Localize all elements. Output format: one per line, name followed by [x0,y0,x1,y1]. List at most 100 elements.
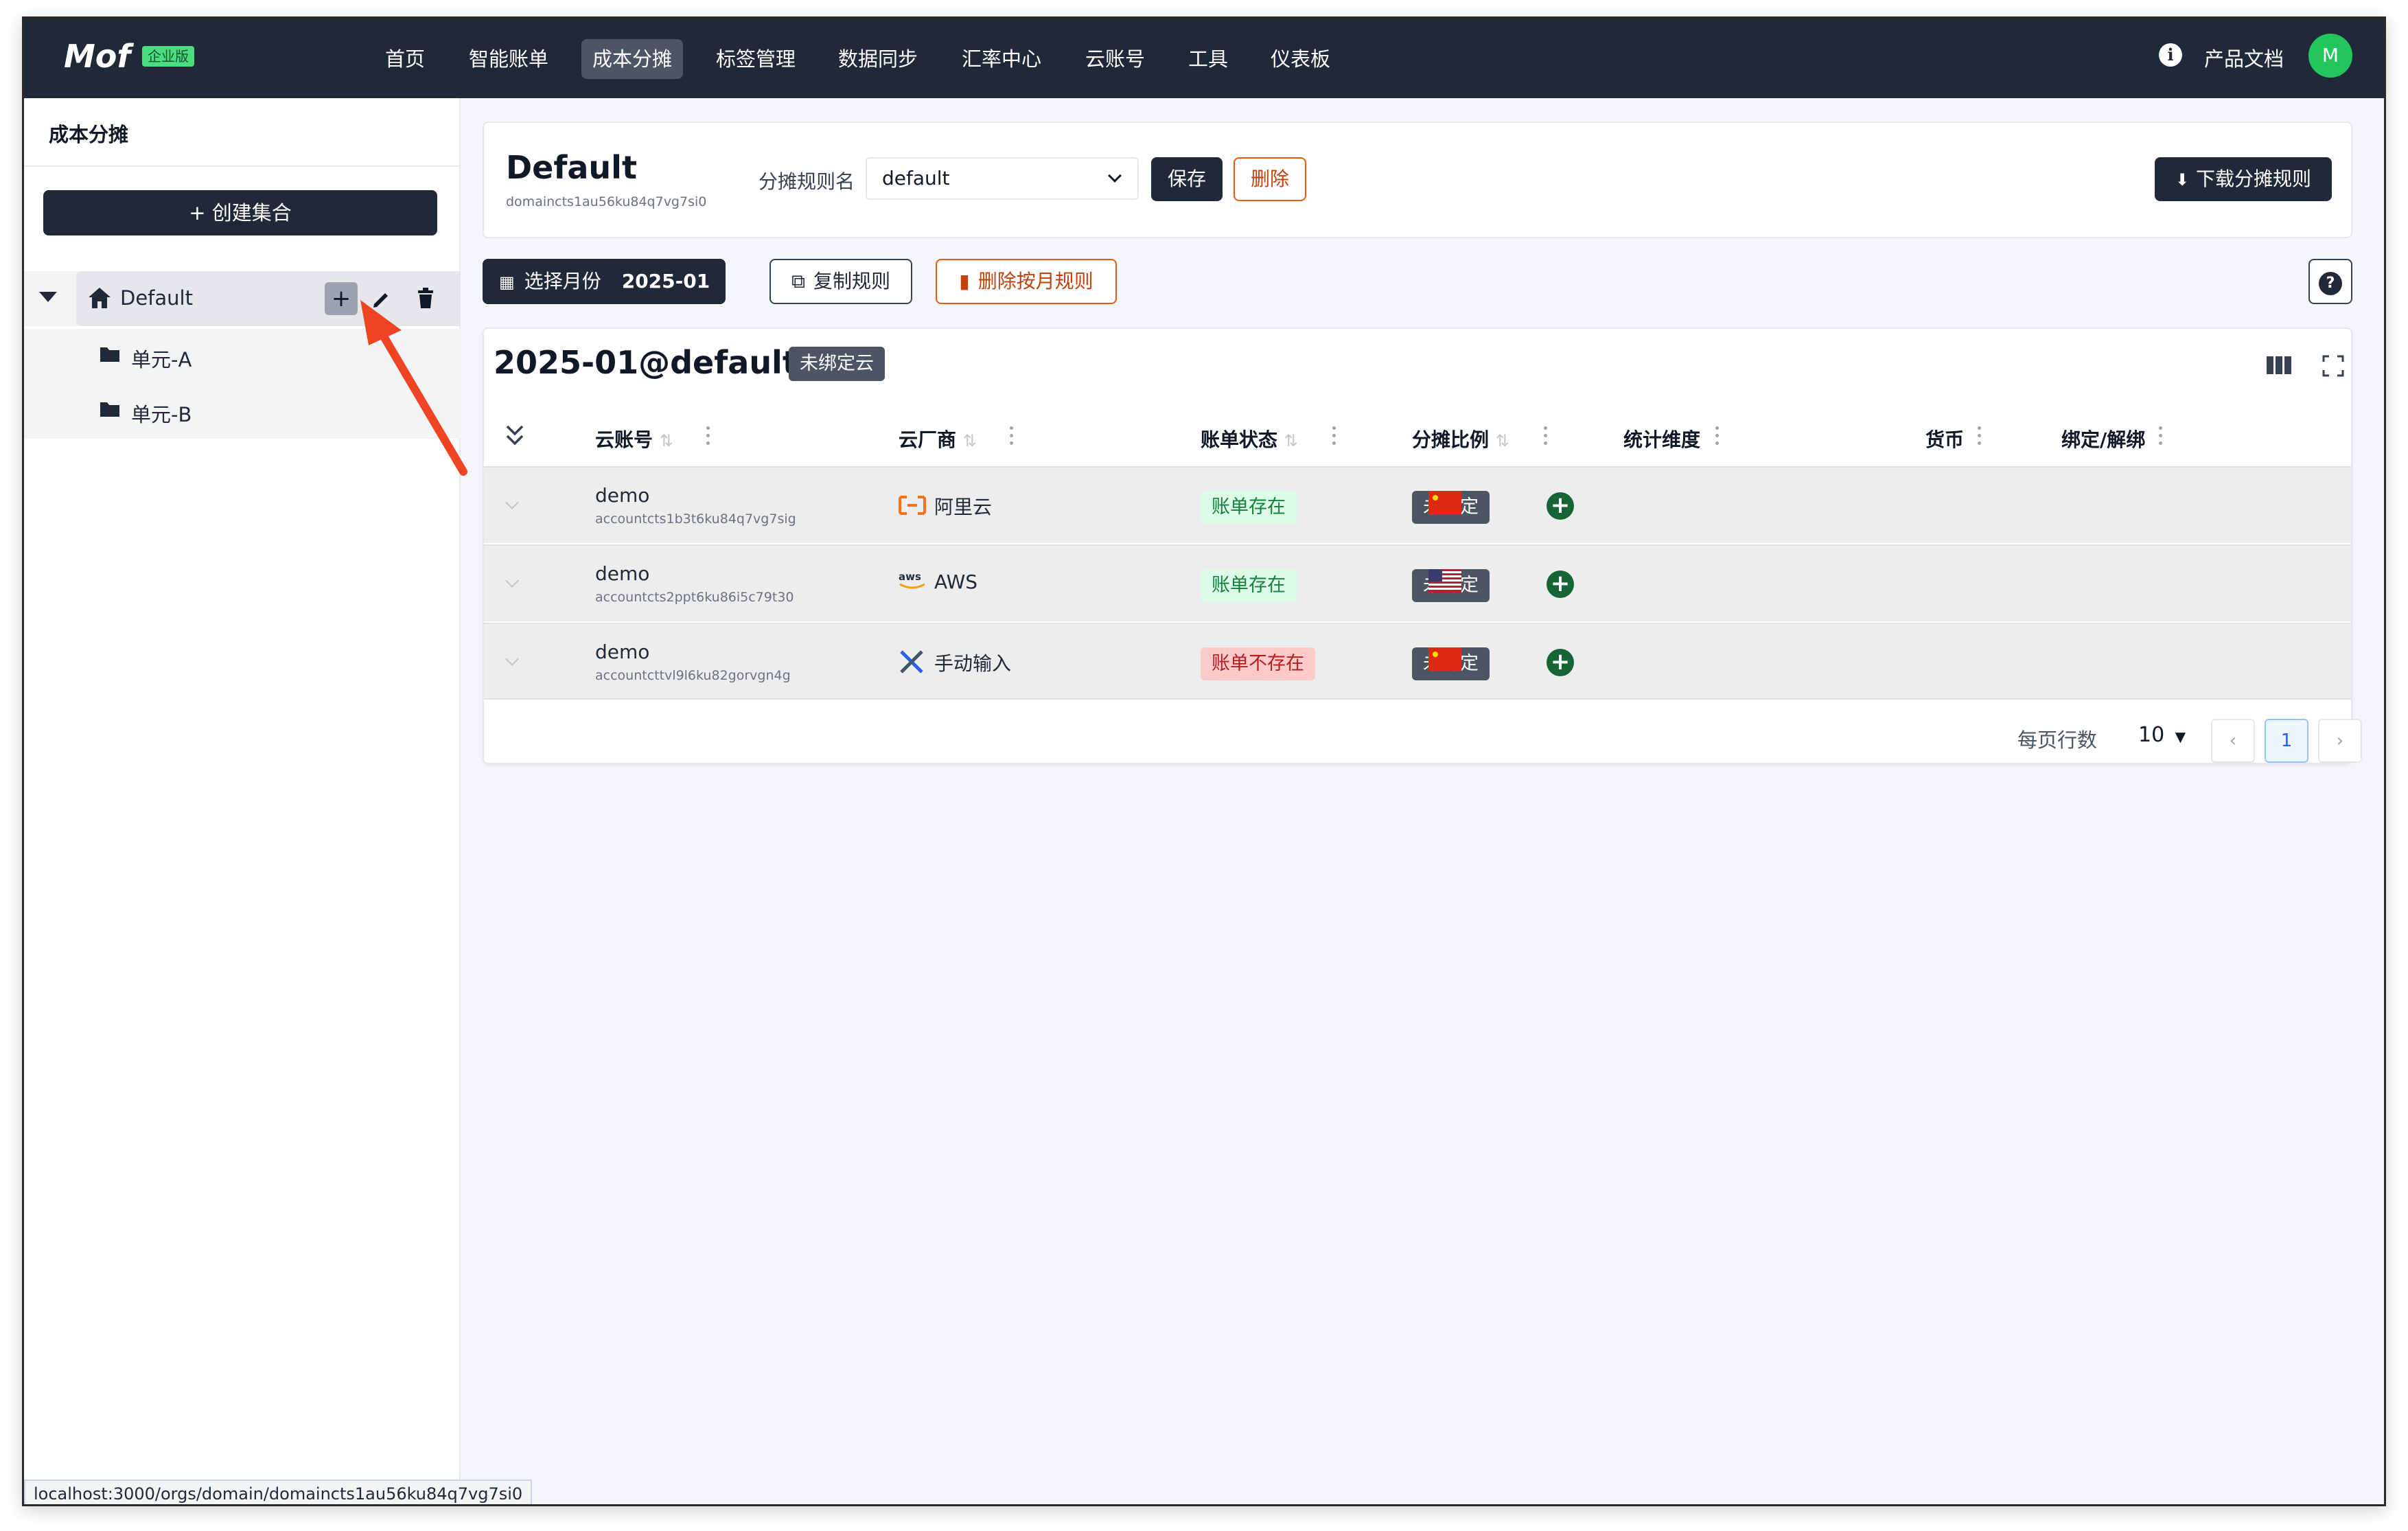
vendor-name: 阿里云 [934,496,993,518]
logo[interactable]: Mof [64,38,130,75]
col-header-bind[interactable]: 绑定/解绑 [2061,425,2145,452]
account-name: demo [595,641,650,663]
rows-per-page-select[interactable]: 10 ▼ [2138,723,2186,747]
account-id: accountcttvl9l6ku82gorvgn4g [595,668,791,683]
download-icon: ⬇ [2175,170,2190,189]
edition-badge: 企业版 [142,46,194,67]
column-menu-icon[interactable] [2159,426,2163,447]
nav-item-cost-allocation[interactable]: 成本分摊 [581,39,684,79]
nav-item-tools[interactable]: 工具 [1177,39,1239,79]
copy-icon: ⧉ [791,270,805,292]
download-rules-label: 下载分摊规则 [2196,168,2312,190]
columns-icon[interactable] [2266,355,2292,376]
nav-item-exchange-center[interactable]: 汇率中心 [951,39,1052,79]
domain-id: domaincts1au56ku84q7vg7si0 [506,194,707,209]
sort-icon: ⇅ [1495,431,1509,450]
fullscreen-icon[interactable] [2322,355,2344,377]
rows-per-page-label: 每页行数 [2017,728,2098,752]
sort-icon: ⇅ [962,431,977,450]
vendor-name: 手动输入 [934,652,1012,675]
bill-status-badge: 账单存在 [1201,569,1297,602]
page-1-button[interactable]: 1 [2265,719,2308,763]
account-id: accountcts2ppt6ku86i5c79t30 [595,590,794,605]
calendar-icon: ▦ [499,273,515,292]
trash-icon: ▮ [959,270,970,292]
avatar[interactable]: M [2308,34,2352,78]
tools-icon [900,650,923,674]
home-icon [89,288,111,308]
rule-name-value: default [882,167,950,189]
col-header-bill-status[interactable]: 账单状态 ⇅ [1201,425,1298,452]
svg-text:aws: aws [899,571,921,583]
info-icon[interactable]: i [2159,43,2182,67]
bind-plus-icon[interactable]: + [1547,649,1574,676]
month-picker-button[interactable]: ▦ 选择月份 2025-01 [483,259,726,304]
aws-icon: aws [899,571,925,589]
nav-item-tag-management[interactable]: 标签管理 [705,39,807,79]
page-title: Default [506,149,637,186]
bind-plus-icon[interactable]: + [1547,492,1574,520]
table-row[interactable]: demo accountcts1b3t6ku84q7vg7sig 阿里云 账单存… [484,466,2351,543]
column-menu-icon[interactable] [1010,426,1014,447]
account-name: demo [595,484,650,507]
create-collection-button[interactable]: + 创建集合 [43,190,437,235]
bill-status-badge: 账单不存在 [1201,647,1315,680]
column-menu-icon[interactable] [1544,426,1548,447]
rule-name-label: 分摊规则名 [759,170,855,193]
status-bar-url: localhost:3000/orgs/domain/domaincts1au5… [24,1480,533,1504]
copy-rule-label: 复制规则 [813,270,890,292]
download-rules-button[interactable]: ⬇ 下载分摊规则 [2155,157,2332,201]
save-button[interactable]: 保存 [1151,157,1223,201]
table-row[interactable]: demo accountcttvl9l6ku82gorvgn4g 手动输入 账单… [484,623,2351,700]
caret-down-icon: ▼ [2175,728,2186,745]
nav-item-home[interactable]: 首页 [374,39,436,79]
column-menu-icon[interactable] [1715,426,1720,447]
col-header-vendor[interactable]: 云厂商 ⇅ [899,425,977,452]
unbound-cloud-badge: 未绑定云 [789,347,885,381]
folder-icon [100,347,119,362]
divider [24,165,459,167]
allocation-table-card: 2025-01@default 未绑定云 云账号 ⇅ 云厂商 ⇅ 账单状态 ⇅ … [483,327,2362,764]
help-icon: ? [2319,272,2342,295]
expand-all-icon[interactable] [505,424,525,447]
bill-status-badge: 账单存在 [1201,491,1297,524]
col-header-currency[interactable]: 货币 [1925,425,1964,452]
table-title: 2025-01@default [494,344,798,381]
chevron-down-icon [1108,169,1122,183]
chevron-down-icon[interactable] [505,652,519,666]
delete-button[interactable]: 删除 [1234,157,1306,201]
col-header-dimension[interactable]: 统计维度 [1623,425,1700,452]
nav-item-cloud-account[interactable]: 云账号 [1074,39,1156,79]
bind-plus-icon[interactable]: + [1547,571,1574,598]
docs-link[interactable]: 产品文档 [2204,43,2284,72]
china-flag-icon [1428,647,1461,671]
folder-icon [100,402,119,417]
col-header-ratio[interactable]: 分摊比例 ⇅ [1412,425,1509,452]
top-nav: Mof 企业版 首页 智能账单 成本分摊 标签管理 数据同步 汇率中心 云账号 … [24,19,2384,98]
column-menu-icon[interactable] [1332,426,1336,447]
chevron-down-icon[interactable] [505,496,519,509]
sidebar-title: 成本分摊 [49,123,129,146]
table-row[interactable]: demo accountcts2ppt6ku86i5c79t30 aws AWS… [484,544,2351,621]
vendor-name: AWS [934,571,978,593]
next-page-button[interactable]: › [2318,719,2362,763]
account-id: accountcts1b3t6ku84q7vg7sig [595,511,796,527]
sort-icon: ⇅ [1284,431,1298,450]
rows-per-page-value: 10 [2138,723,2165,747]
copy-rule-button[interactable]: ⧉ 复制规则 [769,259,912,304]
delete-month-rule-button[interactable]: ▮ 删除按月规则 [936,259,1117,304]
nav-item-data-sync[interactable]: 数据同步 [827,39,929,79]
col-header-cloud-account[interactable]: 云账号 ⇅ [595,425,673,452]
annotation-arrow [360,300,467,476]
nav-item-dashboard[interactable]: 仪表板 [1260,39,1341,79]
app-window: Mof 企业版 首页 智能账单 成本分摊 标签管理 数据同步 汇率中心 云账号 … [22,16,2386,1506]
help-button[interactable]: ? [2308,259,2352,304]
rule-name-select[interactable]: default [866,157,1139,200]
month-picker-label: 选择月份 [524,270,601,292]
caret-down-icon[interactable] [39,292,57,302]
prev-page-button[interactable]: ‹ [2211,719,2255,763]
chevron-down-icon[interactable] [505,574,519,588]
column-menu-icon[interactable] [1978,426,1982,447]
nav-item-smart-bill[interactable]: 智能账单 [458,39,559,79]
column-menu-icon[interactable] [706,426,710,447]
